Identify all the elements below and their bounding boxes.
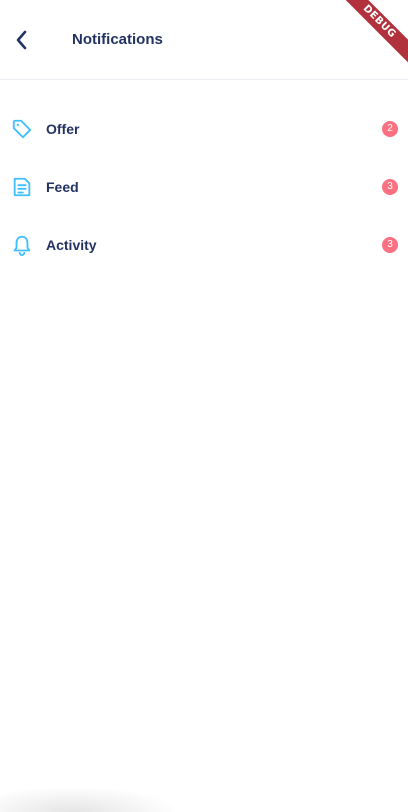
bell-icon bbox=[11, 234, 33, 256]
count-badge: 3 bbox=[382, 237, 398, 253]
notifications-screen: Notifications DEBUG Offer 2 Feed 3 Activ… bbox=[0, 0, 408, 812]
bottom-shadow bbox=[0, 786, 180, 812]
notification-item-feed[interactable]: Feed 3 bbox=[0, 158, 408, 216]
document-icon bbox=[11, 176, 33, 198]
count-badge: 3 bbox=[382, 179, 398, 195]
notification-item-label: Feed bbox=[46, 179, 79, 195]
back-button[interactable] bbox=[8, 26, 36, 54]
count-badge: 2 bbox=[382, 121, 398, 137]
notification-item-label: Offer bbox=[46, 121, 80, 137]
app-bar: Notifications bbox=[0, 0, 408, 80]
chevron-left-icon bbox=[16, 30, 27, 50]
notification-item-activity[interactable]: Activity 3 bbox=[0, 216, 408, 274]
notification-item-offer[interactable]: Offer 2 bbox=[0, 100, 408, 158]
notification-item-label: Activity bbox=[46, 237, 97, 253]
tag-icon bbox=[11, 118, 33, 140]
page-title: Notifications bbox=[72, 31, 163, 48]
notification-category-list: Offer 2 Feed 3 Activity 3 bbox=[0, 100, 408, 274]
